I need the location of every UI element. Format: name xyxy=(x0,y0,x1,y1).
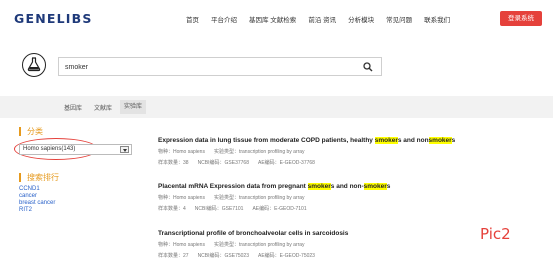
result-ids: 样本数量：4 NCBI编码：GSE7101 AE编码：E-GEOD-7101 xyxy=(158,205,538,212)
ranking-title: 搜索排行 xyxy=(19,172,59,183)
top-bar: GENELIBS 首页 平台介绍 基因库 文献检索 前沿 资讯 分析模块 常见问… xyxy=(0,0,553,40)
ranking-list: CCND1 cancer breast cancer RIT2 xyxy=(19,186,55,214)
result-title[interactable]: Placental mRNA Expression data from preg… xyxy=(158,183,538,190)
chevron-down-icon[interactable] xyxy=(120,146,129,153)
nav-item-analysis-module[interactable]: 分析模块 xyxy=(348,14,374,24)
species-select[interactable]: Homo sapiens(143) xyxy=(19,144,132,155)
result-samples: 样本数量：27 xyxy=(158,253,189,259)
result-item: Placental mRNA Expression data from preg… xyxy=(158,183,538,212)
site-logo[interactable]: GENELIBS xyxy=(14,11,93,26)
title-text: Placental mRNA Expression data from preg… xyxy=(158,183,308,190)
search-box[interactable] xyxy=(58,57,382,76)
ranking-item[interactable]: RIT2 xyxy=(19,207,55,214)
library-tabs: 基因库 文献库 实验库 xyxy=(0,96,553,118)
result-ids: 样本数量：27 NCBI编码：GSE75023 AE编码：E-GEOD-75023 xyxy=(158,252,538,259)
result-ae: AE编码：E-GEOD-7101 xyxy=(252,206,307,212)
ranking-item[interactable]: breast cancer xyxy=(19,200,55,207)
result-species: 物种：Homo sapiens xyxy=(158,149,205,155)
ranking-item[interactable]: cancer xyxy=(19,193,55,200)
title-text: s and non xyxy=(397,137,429,144)
title-text: s and non- xyxy=(330,183,364,190)
search-icon[interactable] xyxy=(363,62,373,72)
nav-item-contact[interactable]: 联系我们 xyxy=(424,14,450,24)
result-samples: 样本数量：38 xyxy=(158,160,189,166)
result-ncbi: NCBI编码：GSE37768 xyxy=(197,160,249,166)
species-select-value: Homo sapiens(143) xyxy=(23,146,76,152)
result-title[interactable]: Expression data in lung tissue from mode… xyxy=(158,137,538,144)
nav-item-gene-library-literature[interactable]: 基因库 文献检索 xyxy=(249,14,296,24)
tab-gene-library[interactable]: 基因库 xyxy=(64,103,82,112)
title-text: Expression data in lung tissue from mode… xyxy=(158,137,375,144)
nav-item-faq[interactable]: 常见问题 xyxy=(386,14,412,24)
result-type: 实验类型：transcription profiling by array xyxy=(213,242,305,248)
result-species: 物种：Homo sapiens xyxy=(158,195,205,201)
flask-icon xyxy=(22,53,46,77)
classification-title: 分类 xyxy=(19,126,139,137)
highlighted-term: smoker xyxy=(307,183,331,190)
result-meta: 物种：Homo sapiens 实验类型：transcription profil… xyxy=(158,148,538,155)
result-samples: 样本数量：4 xyxy=(158,206,186,212)
ranking-item[interactable]: CCND1 xyxy=(19,186,55,193)
nav-item-platform-intro[interactable]: 平台介绍 xyxy=(211,14,237,24)
nav-item-frontier-news[interactable]: 前沿 资讯 xyxy=(308,14,336,24)
highlighted-term: smoker xyxy=(363,183,387,190)
result-type: 实验类型：transcription profiling by array xyxy=(213,149,305,155)
title-text: s xyxy=(451,137,456,144)
result-item: Expression data in lung tissue from mode… xyxy=(158,137,538,166)
pic-annotation: Pic2 xyxy=(480,225,511,243)
main-nav: 首页 平台介绍 基因库 文献检索 前沿 资讯 分析模块 常见问题 联系我们 xyxy=(186,14,462,24)
tab-literature-library[interactable]: 文献库 xyxy=(94,103,112,112)
result-type: 实验类型：transcription profiling by array xyxy=(213,195,305,201)
result-ids: 样本数量：38 NCBI编码：GSE37768 AE编码：E-GEOD-37768 xyxy=(158,159,538,166)
highlighted-term: smoker xyxy=(428,137,452,144)
search-row xyxy=(0,40,553,92)
login-button[interactable]: 登录系统 xyxy=(500,11,542,26)
result-ncbi: NCBI编码：GSE75023 xyxy=(197,253,249,259)
result-ae: AE编码：E-GEOD-37768 xyxy=(257,160,315,166)
sidebar: 分类 xyxy=(14,126,134,137)
result-species: 物种：Homo sapiens xyxy=(158,242,205,248)
tab-experiment-library[interactable]: 实验库 xyxy=(120,100,147,114)
search-input[interactable] xyxy=(65,61,355,73)
title-text: s xyxy=(386,183,391,190)
result-ncbi: NCBI编码：GSE7101 xyxy=(194,206,244,212)
nav-item-home[interactable]: 首页 xyxy=(186,14,199,24)
result-ae: AE编码：E-GEOD-75023 xyxy=(257,253,315,259)
highlighted-term: smoker xyxy=(374,137,398,144)
title-text: Transcriptional profile of bronchoalveol… xyxy=(158,230,349,237)
result-meta: 物种：Homo sapiens 实验类型：transcription profil… xyxy=(158,194,538,201)
